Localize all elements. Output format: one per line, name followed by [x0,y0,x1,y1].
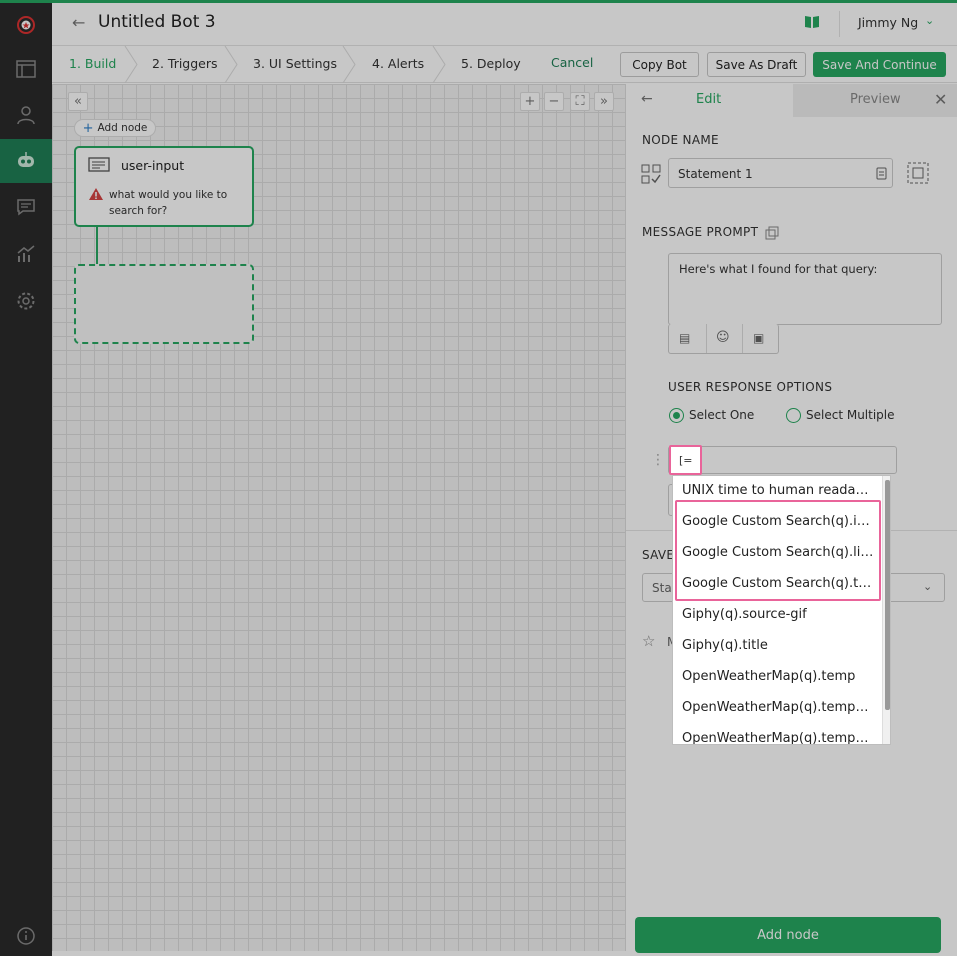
dropdown-item[interactable]: UNIX time to human readable [682,483,874,498]
dropdown-item[interactable]: OpenWeatherMap(q).temp_max [682,731,874,744]
dropdown-item[interactable]: Giphy(q).source-gif [682,607,874,622]
dropdown-item[interactable]: OpenWeatherMap(q).temp_min [682,700,874,715]
dropdown-item[interactable]: Giphy(q).title [682,638,874,653]
variable-search-input[interactable]: [= [669,445,702,475]
scrollbar-thumb[interactable] [885,480,890,710]
dropdown-scrollbar[interactable] [882,476,890,744]
dropdown-item[interactable]: OpenWeatherMap(q).temp [682,669,874,684]
highlight-annotation [675,500,881,601]
